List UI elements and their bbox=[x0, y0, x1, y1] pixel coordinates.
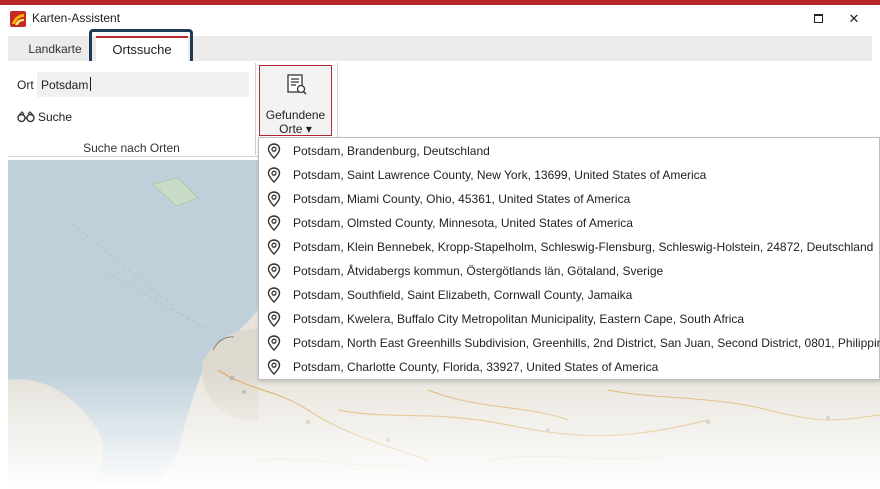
binoculars-icon bbox=[17, 111, 35, 123]
result-label: Potsdam, Åtvidabergs kommun, Östergötlan… bbox=[293, 264, 664, 278]
text-caret bbox=[90, 77, 91, 91]
tab-landkarte[interactable]: Landkarte bbox=[16, 36, 94, 61]
found-places-list: Potsdam, Brandenburg, Deutschland Potsdam… bbox=[258, 137, 880, 380]
app-logo-icon bbox=[10, 11, 26, 27]
tab-ortssuche[interactable]: Ortssuche bbox=[96, 36, 188, 61]
window-title: Karten-Assistent bbox=[32, 11, 121, 25]
map-fade-overlay bbox=[8, 369, 880, 489]
map-pin-icon bbox=[267, 335, 281, 354]
result-label: Potsdam, Saint Lawrence County, New York… bbox=[293, 168, 707, 182]
result-label: Potsdam, Olmsted County, Minnesota, Unit… bbox=[293, 216, 633, 230]
maximize-button[interactable] bbox=[800, 6, 836, 30]
map-pin-icon bbox=[267, 191, 281, 210]
result-list-item[interactable]: Potsdam, Brandenburg, Deutschland bbox=[259, 139, 879, 163]
result-list-item[interactable]: Potsdam, Saint Lawrence County, New York… bbox=[259, 163, 879, 187]
result-list-item[interactable]: Potsdam, Klein Bennebek, Kropp-Stapelhol… bbox=[259, 235, 879, 259]
result-list-item[interactable]: Potsdam, North East Greenhills Subdivisi… bbox=[259, 331, 880, 355]
result-label: Potsdam, North East Greenhills Subdivisi… bbox=[293, 336, 880, 350]
result-label: Potsdam, Southfield, Saint Elizabeth, Co… bbox=[293, 288, 633, 302]
map-pin-icon bbox=[267, 167, 281, 186]
search-button[interactable]: Suche bbox=[15, 107, 74, 127]
map-pin-icon bbox=[267, 143, 281, 162]
result-list-item[interactable]: Potsdam, Charlotte County, Florida, 3392… bbox=[259, 355, 879, 379]
result-list-item[interactable]: Potsdam, Åtvidabergs kommun, Östergötlan… bbox=[259, 259, 879, 283]
map-pin-icon bbox=[267, 239, 281, 258]
found-places-label-line1: Gefundene bbox=[265, 108, 326, 122]
map-pin-icon bbox=[267, 215, 281, 234]
search-button-label: Suche bbox=[38, 110, 73, 124]
close-icon: ✕ bbox=[848, 10, 860, 26]
found-places-label-line2: Orte ▾ bbox=[279, 122, 312, 136]
map-pin-icon bbox=[267, 287, 281, 306]
title-bar: Karten-Assistent ✕ bbox=[0, 5, 880, 31]
result-label: Potsdam, Klein Bennebek, Kropp-Stapelhol… bbox=[293, 240, 874, 254]
place-search-input[interactable] bbox=[37, 72, 249, 97]
result-list-item[interactable]: Potsdam, Kwelera, Buffalo City Metropoli… bbox=[259, 307, 879, 331]
result-label: Potsdam, Miami County, Ohio, 45361, Unit… bbox=[293, 192, 631, 206]
maximize-icon bbox=[813, 13, 823, 23]
map-assistant-window: Karten-Assistent ✕ Landkarte Ortssuche O… bbox=[0, 0, 880, 489]
close-button[interactable]: ✕ bbox=[836, 6, 872, 30]
search-group-label: Suche nach Orten bbox=[83, 141, 180, 155]
map-pin-icon bbox=[267, 263, 281, 282]
result-list-item[interactable]: Potsdam, Southfield, Saint Elizabeth, Co… bbox=[259, 283, 879, 307]
place-field-label: Ort bbox=[17, 78, 34, 92]
result-list-item[interactable]: Potsdam, Miami County, Ohio, 45361, Unit… bbox=[259, 187, 879, 211]
result-list-item[interactable]: Potsdam, Olmsted County, Minnesota, Unit… bbox=[259, 211, 879, 235]
ribbon-group-divider bbox=[255, 63, 256, 155]
ribbon-tab-strip: Landkarte Ortssuche bbox=[8, 36, 872, 61]
map-pin-icon bbox=[267, 311, 281, 330]
result-label: Potsdam, Charlotte County, Florida, 3392… bbox=[293, 360, 659, 374]
result-label: Potsdam, Kwelera, Buffalo City Metropoli… bbox=[293, 312, 745, 326]
found-places-dropdown-button[interactable]: Gefundene Orte ▾ bbox=[259, 65, 332, 136]
place-search-group: Ort Suche Suche nach Orten bbox=[8, 61, 255, 157]
location-list-icon bbox=[287, 74, 307, 95]
result-label: Potsdam, Brandenburg, Deutschland bbox=[293, 144, 490, 158]
map-pin-icon bbox=[267, 359, 281, 378]
